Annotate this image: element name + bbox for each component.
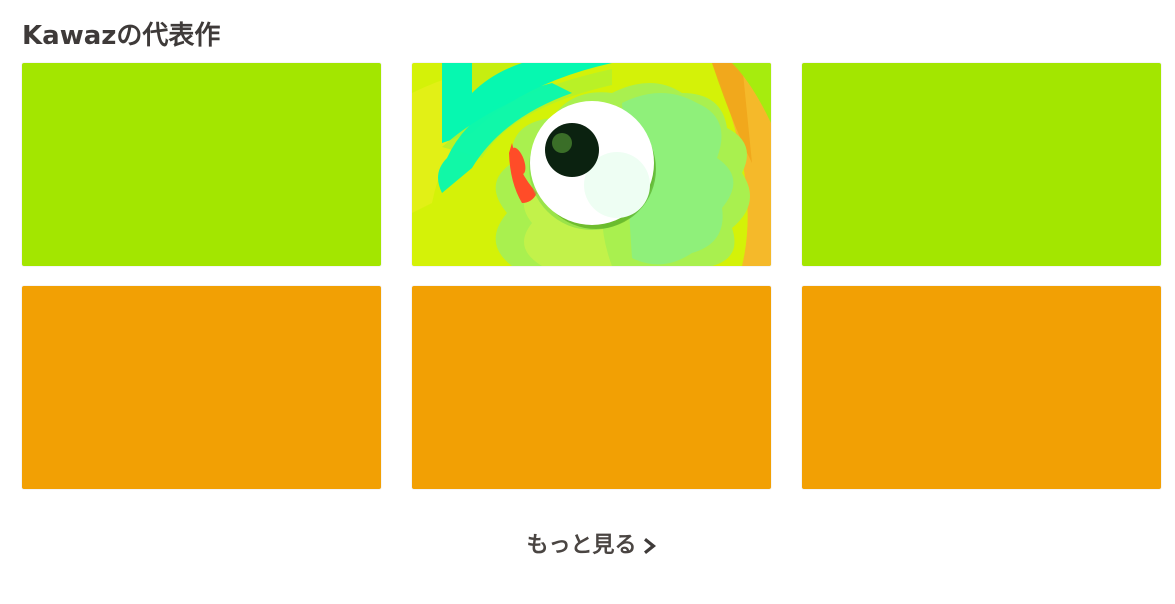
chevron-right-icon bbox=[643, 538, 656, 554]
work-card[interactable] bbox=[412, 63, 771, 266]
work-thumbnail bbox=[412, 286, 771, 489]
work-thumbnail bbox=[22, 63, 381, 266]
more-link-content: もっと見る bbox=[526, 528, 658, 564]
section-title: Kawazの代表作 bbox=[22, 21, 221, 51]
work-card[interactable] bbox=[412, 286, 771, 489]
work-thumbnail bbox=[22, 286, 381, 489]
works-grid bbox=[22, 63, 1161, 489]
more-link[interactable]: もっと見る bbox=[0, 528, 1175, 564]
work-card[interactable] bbox=[22, 63, 381, 266]
work-thumbnail bbox=[802, 286, 1161, 489]
work-card[interactable] bbox=[22, 286, 381, 489]
work-card[interactable] bbox=[802, 286, 1161, 489]
work-thumbnail bbox=[802, 63, 1161, 266]
work-card[interactable] bbox=[802, 63, 1161, 266]
more-link-label: もっと見る bbox=[526, 533, 637, 558]
representative-works-section: Kawazの代表作 もっと見る bbox=[0, 0, 1175, 604]
work-thumbnail bbox=[412, 63, 771, 266]
